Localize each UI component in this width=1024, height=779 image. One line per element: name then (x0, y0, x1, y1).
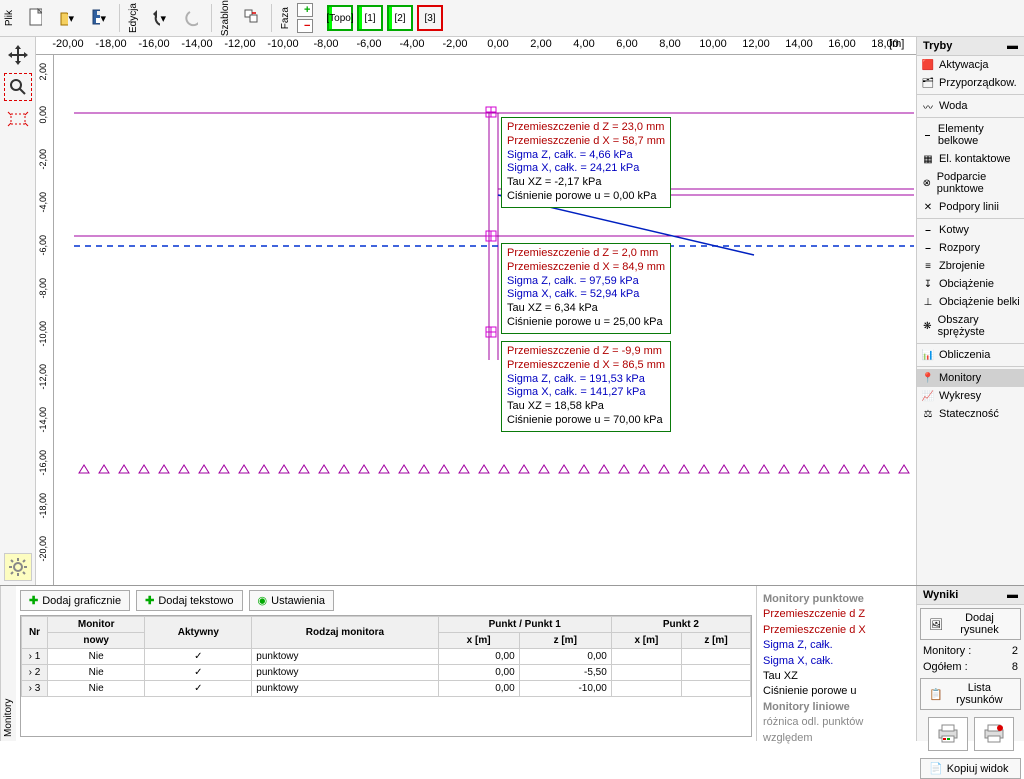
mode-item-woda[interactable]: 〰Woda (917, 97, 1024, 115)
mode-item-obcienie[interactable]: ↧Obciążenie (917, 275, 1024, 293)
redo-button[interactable] (177, 2, 205, 34)
bottom-tab-label[interactable]: Monitory (0, 586, 16, 741)
copy-view-button[interactable]: 📄 Kopiuj widok (920, 758, 1021, 779)
add-graphic-button[interactable]: ✚Dodaj graficznie (20, 590, 130, 611)
mode-item-obszaryspryste[interactable]: ❋Obszary sprężyste (917, 311, 1024, 341)
monitor-box-3: Przemieszczenie d Z = -9,9 mm Przemieszc… (501, 341, 671, 432)
settings-gear[interactable] (4, 553, 32, 581)
mode-item-elementybelkowe[interactable]: ⎯Elementy belkowe (917, 120, 1024, 150)
settings-button[interactable]: ◉Ustawienia (249, 590, 334, 611)
table-row[interactable]: › 3Nie✓punktowy0,00-10,00 (22, 681, 751, 697)
add-drawing-button[interactable]: 🖼 Dodaj rysunek (920, 608, 1021, 640)
menu-phase-label: Faza (278, 5, 293, 31)
add-text-button[interactable]: ✚Dodaj tekstowo (136, 590, 242, 611)
add-phase-button[interactable]: + (297, 3, 313, 17)
horizontal-ruler: -20,00 -18,00 -16,00 -14,00 -12,00 -10,0… (36, 37, 916, 55)
table-row[interactable]: › 1Nie✓punktowy0,000,00 (22, 649, 751, 665)
print-bw-button[interactable] (974, 717, 1014, 751)
undo-button[interactable]: ▾ (145, 2, 173, 34)
move-tool[interactable] (4, 41, 32, 69)
mode-item-aktywacja[interactable]: 🟥Aktywacja (917, 56, 1024, 74)
mode-item-podporylinii[interactable]: ✕Podpory linii (917, 198, 1024, 216)
results-title: Wyniki (923, 589, 958, 601)
monitor-box-1: Przemieszczenie d Z = 23,0 mm Przemieszc… (501, 117, 671, 208)
menu-file-label: Plik (2, 8, 17, 28)
mode-item-obliczenia[interactable]: 📊Obliczenia (917, 346, 1024, 364)
modes-collapse-icon[interactable]: ▬ (1007, 40, 1018, 52)
modes-title: Tryby (923, 40, 952, 52)
monitor-box-2: Przemieszczenie d Z = 2,0 mm Przemieszcz… (501, 243, 671, 334)
mode-item-stateczno[interactable]: ⚖Stateczność (917, 405, 1024, 423)
print-color-button[interactable] (928, 717, 968, 751)
mode-item-zbrojenie[interactable]: ≡Zbrojenie (917, 257, 1024, 275)
mode-item-elkontaktowe[interactable]: ▦El. kontaktowe (917, 150, 1024, 168)
save-file-button[interactable]: ▾ (85, 2, 113, 34)
results-collapse-icon[interactable]: ▬ (1007, 589, 1018, 601)
stage-3-button[interactable]: [3] (417, 5, 443, 31)
stage-topo-button[interactable]: [Topo] (327, 5, 353, 31)
mode-item-kotwy[interactable]: ⎯Kotwy (917, 221, 1024, 239)
menu-template-label: Szablon (218, 0, 233, 38)
extent-tool[interactable] (4, 105, 32, 133)
mode-item-monitory[interactable]: 📍Monitory (917, 369, 1024, 387)
remove-phase-button[interactable]: − (297, 19, 313, 33)
menu-edit-label: Edycja (126, 1, 141, 35)
stage-2-button[interactable]: [2] (387, 5, 413, 31)
mode-item-wykresy[interactable]: 📈Wykresy (917, 387, 1024, 405)
drawing-canvas[interactable]: -20,00 -18,00 -16,00 -14,00 -12,00 -10,0… (36, 37, 916, 585)
mode-item-rozpory[interactable]: ⎯Rozpory (917, 239, 1024, 257)
monitors-table[interactable]: Nr Monitor Aktywny Rodzaj monitora Punkt… (21, 616, 751, 697)
drawing-list-button[interactable]: 📋 Lista rysunków (920, 678, 1021, 710)
mode-item-obcieniebelki[interactable]: ⊥Obciążenie belki (917, 293, 1024, 311)
vertical-ruler: 2,00 0,00 -2,00 -4,00 -6,00 -8,00 -10,00… (36, 55, 54, 585)
table-row[interactable]: › 2Nie✓punktowy0,00-5,50 (22, 665, 751, 681)
zoom-tool[interactable] (4, 73, 32, 101)
mode-item-podparciepunktowe[interactable]: ⊗Podparcie punktowe (917, 168, 1024, 198)
legend-panel: Monitory punktowe Przemieszczenie d Z Pr… (756, 586, 916, 741)
stage-1-button[interactable]: [1] (357, 5, 383, 31)
template-button[interactable] (237, 2, 265, 34)
mode-item-przyporzdkow[interactable]: 🗂Przyporządkow. (917, 74, 1024, 92)
open-file-button[interactable]: ▾ (53, 2, 81, 34)
new-file-button[interactable] (21, 2, 49, 34)
